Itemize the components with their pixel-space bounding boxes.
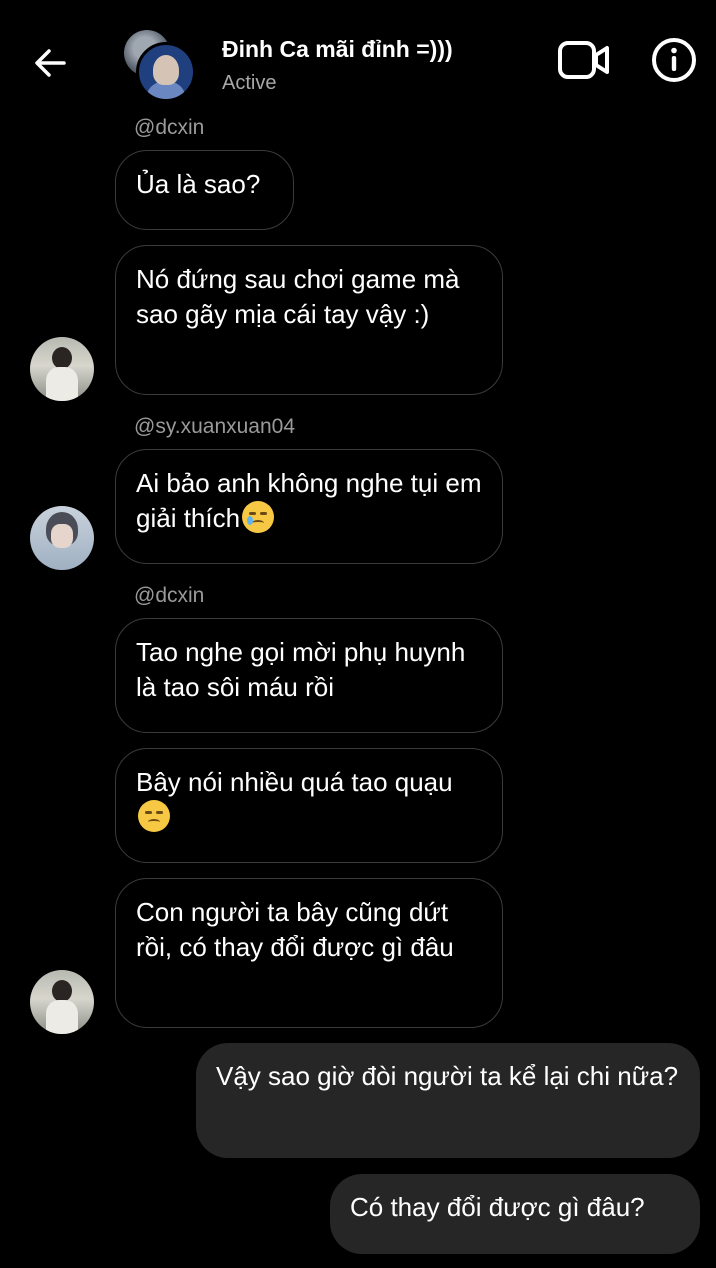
outgoing-message-bubble[interactable]: Có thay đổi được gì đâu?: [330, 1174, 700, 1254]
crying-face-emoji: [242, 501, 275, 533]
sender-avatar[interactable]: [30, 506, 94, 570]
info-icon[interactable]: [650, 36, 698, 84]
sender-username: @dcxin: [134, 584, 205, 607]
message-bubble[interactable]: Ai bảo anh không nghe tụi em giải thích: [115, 449, 503, 564]
sender-username: @dcxin: [134, 116, 205, 139]
group-avatar[interactable]: [124, 30, 196, 102]
outgoing-message-bubble[interactable]: Vậy sao giờ đòi người ta kể lại chi nữa?: [196, 1043, 700, 1158]
message-bubble[interactable]: Nó đứng sau chơi game mà sao gãy mịa cái…: [115, 245, 503, 395]
sender-avatar[interactable]: [30, 337, 94, 401]
message-text: Ai bảo anh không nghe tụi em giải thích: [136, 468, 489, 533]
back-arrow-icon[interactable]: [30, 42, 72, 84]
sender-avatar[interactable]: [30, 970, 94, 1034]
message-bubble[interactable]: Tao nghe gọi mời phụ huynh là tao sôi má…: [115, 618, 503, 733]
video-camera-icon[interactable]: [556, 38, 612, 82]
group-avatar-front: [136, 42, 196, 102]
chat-title[interactable]: Đinh Ca mãi đỉnh =))): [222, 36, 453, 63]
message-text: Bây nói nhiều quá tao quạu: [136, 767, 453, 797]
message-bubble[interactable]: Bây nói nhiều quá tao quạu: [115, 748, 503, 863]
chat-header: Đinh Ca mãi đỉnh =))) Active: [0, 0, 716, 118]
active-status: Active: [222, 72, 277, 94]
message-bubble[interactable]: Ủa là sao?: [115, 150, 294, 230]
sender-username: @sy.xuanxuan04: [134, 415, 296, 438]
unamused-face-emoji: [138, 800, 170, 832]
message-bubble[interactable]: Con người ta bây cũng dứt rồi, có thay đ…: [115, 878, 503, 1028]
